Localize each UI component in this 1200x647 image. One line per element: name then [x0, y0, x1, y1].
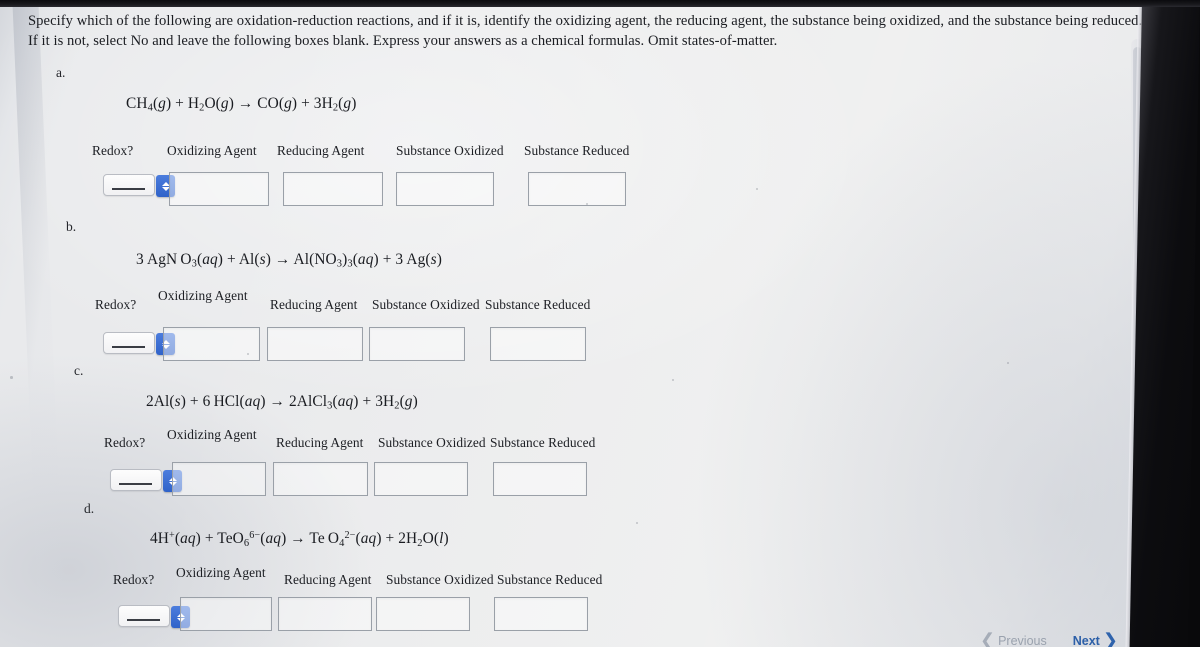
redox-select[interactable] — [103, 174, 175, 197]
label-redox: Redox? — [92, 143, 134, 158]
redox-select[interactable] — [118, 605, 190, 628]
reaction-equation-d: 4H+(aq) + TeO66−(aq) → Te O42−(aq) + 2H2… — [150, 530, 449, 549]
reaction-equation-b: 3 AgN O3(aq) + Al(s) → Al(NO3)3(aq) + 3 … — [136, 251, 442, 270]
label-substance-oxidized: Substance Oxidized — [386, 572, 494, 587]
input-reducing-agent[interactable] — [278, 597, 372, 631]
chevron-right-icon: ❯ — [1102, 630, 1118, 647]
previous-button-label: Previous — [998, 634, 1047, 647]
input-substance-oxidized[interactable] — [376, 597, 470, 631]
redox-select-blank-value — [127, 619, 160, 621]
dust-speck — [1007, 362, 1009, 364]
input-substance-reduced[interactable] — [493, 462, 587, 496]
label-substance-oxidized: Substance Oxidized — [372, 297, 480, 312]
input-oxidizing-agent[interactable] — [172, 462, 266, 496]
dust-speck — [636, 522, 638, 524]
label-oxidizing-agent: Oxidizing Agent — [167, 143, 257, 158]
input-substance-reduced[interactable] — [528, 172, 626, 206]
previous-button[interactable]: ❮ Previous — [980, 632, 1047, 647]
input-substance-oxidized[interactable] — [374, 462, 468, 496]
input-reducing-agent[interactable] — [267, 327, 363, 361]
label-reducing-agent: Reducing Agent — [277, 143, 365, 158]
problem-letter: d. — [84, 501, 95, 516]
label-substance-reduced: Substance Reduced — [524, 143, 630, 158]
label-redox: Redox? — [104, 435, 146, 450]
input-reducing-agent[interactable] — [283, 172, 383, 206]
dust-speck — [672, 379, 674, 381]
input-oxidizing-agent[interactable] — [163, 327, 260, 361]
label-redox: Redox? — [113, 572, 155, 587]
dust-speck — [756, 188, 758, 190]
problem-letter: a. — [56, 65, 66, 80]
label-reducing-agent: Reducing Agent — [270, 297, 358, 312]
redox-select-blank-value — [112, 346, 145, 348]
input-oxidizing-agent[interactable] — [169, 172, 269, 206]
input-oxidizing-agent[interactable] — [180, 597, 272, 631]
next-button-label: Next — [1072, 634, 1100, 647]
problem-letter: b. — [66, 219, 77, 234]
chevron-left-icon: ❮ — [980, 630, 996, 647]
label-oxidizing-agent: Oxidizing Agent — [167, 427, 257, 442]
label-substance-oxidized: Substance Oxidized — [396, 143, 504, 158]
dust-speck — [10, 376, 13, 379]
page-content: Specify which of the following are oxida… — [0, 5, 1152, 647]
monitor-bezel-right — [1129, 0, 1200, 647]
label-redox: Redox? — [95, 297, 137, 312]
input-reducing-agent[interactable] — [273, 462, 368, 496]
input-substance-reduced[interactable] — [490, 327, 586, 361]
redox-select-blank-value — [112, 188, 145, 190]
monitor-bezel-top — [0, 0, 1200, 7]
label-oxidizing-agent: Oxidizing Agent — [158, 288, 248, 303]
input-substance-reduced[interactable] — [494, 597, 588, 631]
label-reducing-agent: Reducing Agent — [276, 435, 364, 450]
label-substance-oxidized: Substance Oxidized — [378, 435, 486, 450]
redox-select[interactable] — [110, 469, 182, 492]
input-substance-oxidized[interactable] — [369, 327, 465, 361]
label-substance-reduced: Substance Reduced — [490, 435, 596, 450]
next-button[interactable]: Next ❯ — [1073, 632, 1118, 647]
monitor-photo: Specify which of the following are oxida… — [0, 0, 1200, 647]
pagination-nav: ❮ Previous Next ❯ — [980, 632, 1118, 647]
label-oxidizing-agent: Oxidizing Agent — [176, 565, 266, 580]
label-substance-reduced: Substance Reduced — [497, 572, 603, 587]
redox-select[interactable] — [103, 332, 175, 355]
reaction-equation-a: CH4(g) + H2O(g) → CO(g) + 3H2(g) — [126, 95, 357, 114]
problem-letter: c. — [74, 363, 84, 378]
label-substance-reduced: Substance Reduced — [485, 297, 591, 312]
label-reducing-agent: Reducing Agent — [284, 572, 372, 587]
input-substance-oxidized[interactable] — [396, 172, 494, 206]
reaction-equation-c: 2Al(s) + 6 HCl(aq) → 2AlCl3(aq) + 3H2(g) — [146, 393, 418, 412]
instructions-text: Specify which of the following are oxida… — [28, 13, 1143, 49]
screen-surface: Specify which of the following are oxida… — [0, 5, 1152, 647]
redox-select-blank-value — [119, 483, 152, 485]
